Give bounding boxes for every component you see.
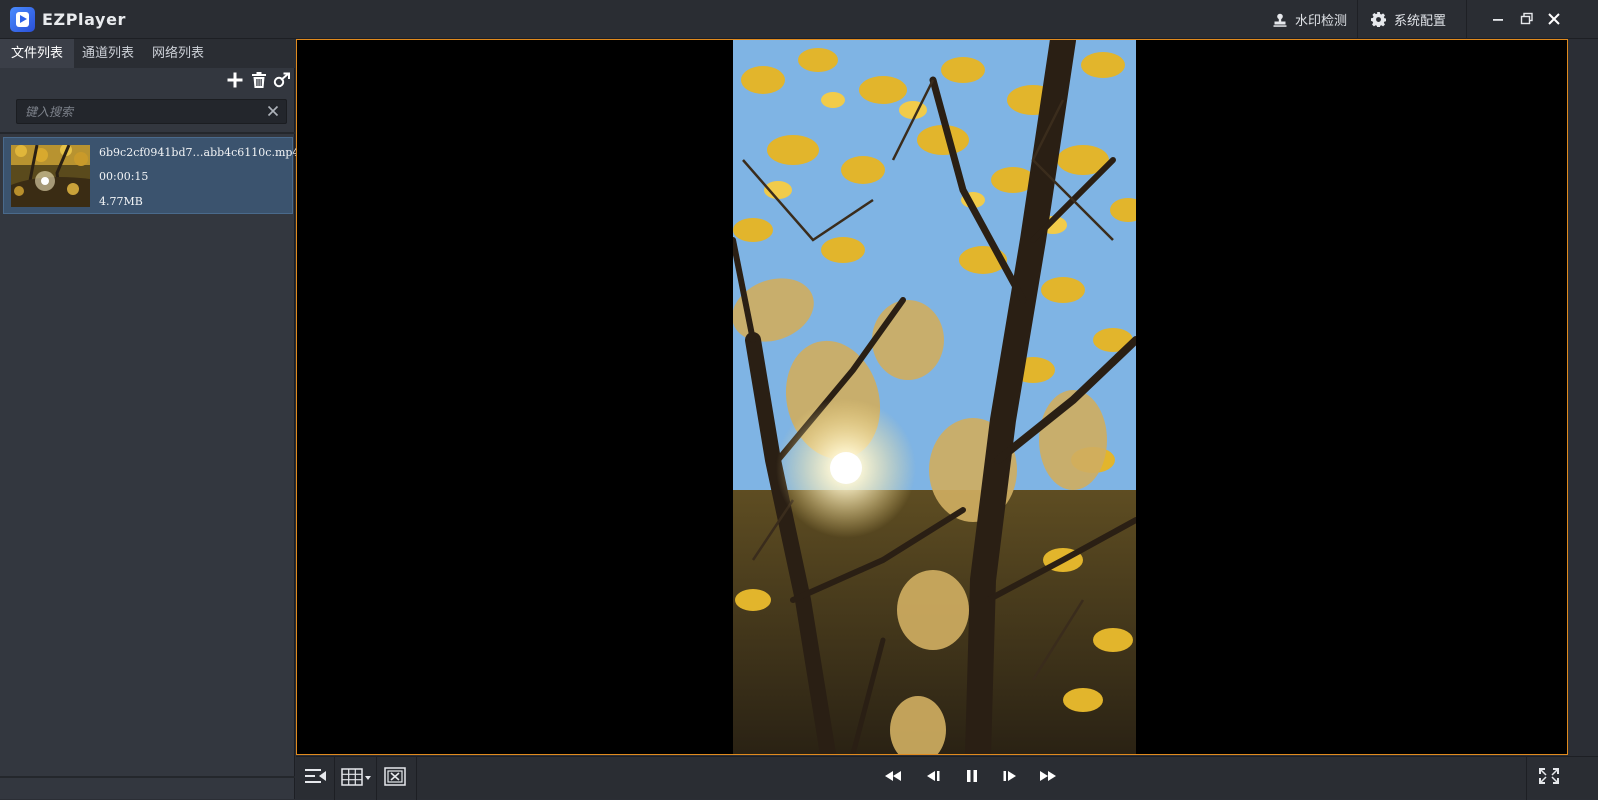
toolbar-divider	[1357, 0, 1358, 39]
video-frame	[733, 40, 1136, 754]
watermark-detect-label: 水印检测	[1295, 14, 1348, 29]
scrollbar-gutter	[1568, 39, 1598, 755]
list-item[interactable]: 6b9c2cf0941bd7…abb4c6110c.mp4 00:00:15 4…	[3, 137, 299, 214]
tab-network-list[interactable]: 网络列表	[141, 39, 215, 68]
divider	[1526, 757, 1527, 800]
step-back-icon[interactable]	[923, 767, 943, 785]
playlist-toggle-icon[interactable]	[303, 765, 329, 787]
video-viewport[interactable]	[296, 39, 1568, 755]
file-name: 6b9c2cf0941bd7…abb4c6110c.mp4	[99, 146, 300, 159]
tab-file-list[interactable]: 文件列表	[0, 39, 75, 68]
divider	[334, 757, 335, 800]
fullscreen-icon[interactable]	[1536, 765, 1562, 787]
pause-icon[interactable]	[962, 767, 982, 785]
minimize-icon[interactable]	[1489, 10, 1507, 28]
video-image	[733, 40, 1136, 754]
add-icon[interactable]	[226, 71, 244, 89]
step-forward-icon[interactable]	[1000, 767, 1020, 785]
divider	[376, 757, 377, 800]
trash-icon[interactable]	[250, 71, 268, 89]
toolbar-divider	[1466, 0, 1467, 39]
app-title: EZPlayer	[42, 10, 127, 29]
system-settings-label: 系统配置	[1394, 14, 1447, 29]
sidebar: 文件列表 通道列表 网络列表 键入搜索 6b9c2cf0941bd7…abb4c…	[0, 39, 299, 799]
search-input[interactable]	[25, 102, 261, 121]
file-duration: 00:00:15	[99, 170, 149, 183]
video-thumbnail	[11, 145, 90, 207]
gear-icon	[1371, 12, 1386, 27]
app-logo-icon	[10, 7, 35, 32]
fast-forward-icon[interactable]	[1038, 767, 1058, 785]
watermark-detect-button[interactable]: 水印检测	[1273, 0, 1347, 39]
file-size: 4.77MB	[99, 195, 143, 208]
divider	[0, 776, 295, 778]
export-icon[interactable]	[273, 71, 291, 89]
title-bar: EZPlayer 水印检测 系统配置	[0, 0, 1598, 39]
stamp-icon	[1273, 13, 1287, 27]
system-settings-button[interactable]: 系统配置	[1371, 0, 1446, 39]
restore-icon[interactable]	[1518, 10, 1536, 28]
tab-channel-list[interactable]: 通道列表	[71, 39, 145, 68]
divider	[416, 757, 417, 800]
close-window-icon[interactable]	[382, 765, 408, 787]
divider	[0, 132, 295, 134]
grid-layout-icon[interactable]	[339, 765, 373, 787]
search-box	[16, 99, 287, 124]
clear-search-icon[interactable]	[267, 105, 279, 117]
rewind-icon[interactable]	[883, 767, 903, 785]
sidebar-tabs: 文件列表 通道列表 网络列表	[0, 39, 295, 68]
playback-control-bar	[296, 756, 1598, 800]
close-icon[interactable]	[1545, 10, 1563, 28]
